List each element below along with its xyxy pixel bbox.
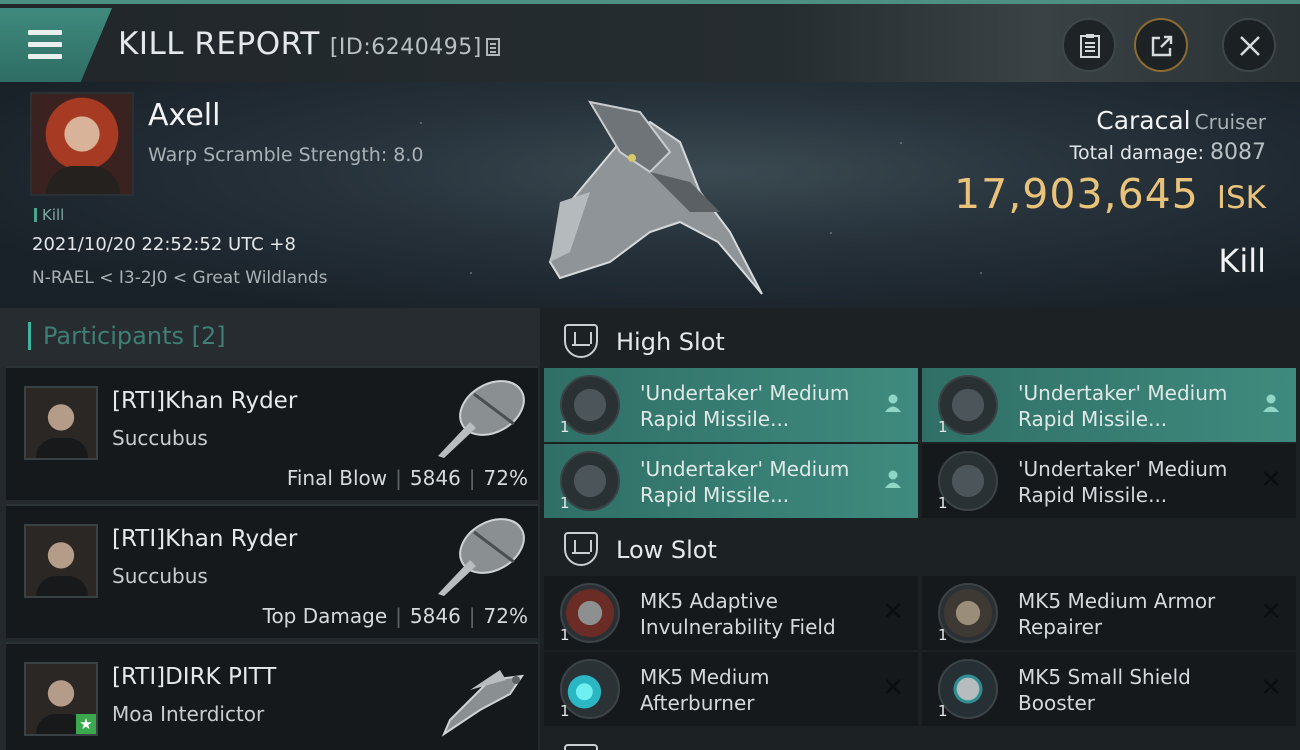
slot-icon bbox=[564, 744, 598, 750]
person-icon bbox=[882, 392, 904, 416]
module-name: 'Undertaker' Medium Rapid Missile... bbox=[640, 457, 850, 507]
module-qty: 1 bbox=[560, 418, 570, 436]
module-name: MK5 Adaptive Invulnerability Field bbox=[640, 589, 836, 639]
module-item[interactable]: 1 'Undertaker' Medium Rapid Missile... ✕ bbox=[922, 444, 1296, 518]
next-slot-header bbox=[544, 732, 1300, 750]
victim-name[interactable]: Axell bbox=[148, 98, 220, 133]
close-button[interactable] bbox=[1222, 18, 1276, 72]
person-icon bbox=[1260, 392, 1282, 416]
module-name: 'Undertaker' Medium Rapid Missile... bbox=[1018, 381, 1228, 431]
module-name: 'Undertaker' Medium Rapid Missile... bbox=[640, 381, 850, 431]
participant-card[interactable]: [RTI]Khan Ryder Succubus Final Blow | 5846… bbox=[6, 366, 538, 500]
total-damage-label: Total damage: bbox=[1069, 142, 1204, 164]
kill-id: [ID:6240495] bbox=[329, 35, 482, 60]
x-icon: ✕ bbox=[1260, 597, 1282, 627]
succubus-ship-icon bbox=[438, 518, 525, 596]
menu-button[interactable] bbox=[0, 8, 112, 82]
moa-ship-icon bbox=[441, 670, 525, 737]
kill-outcome: Kill bbox=[1218, 242, 1266, 280]
star-badge-icon: ★ bbox=[76, 714, 96, 734]
header-bar: KILL REPORT [ID:6240495] bbox=[0, 0, 1300, 82]
total-damage-value: 8087 bbox=[1210, 140, 1266, 165]
module-qty: 1 bbox=[938, 494, 948, 512]
clipboard-icon bbox=[1080, 34, 1100, 58]
participant-name: [RTI]Khan Ryder bbox=[112, 526, 298, 552]
participant-name: [RTI]Khan Ryder bbox=[112, 388, 298, 414]
ship-name: Caracal bbox=[1096, 106, 1191, 135]
x-icon: ✕ bbox=[1260, 465, 1282, 495]
participant-damage: 5846 bbox=[409, 604, 461, 628]
participant-card[interactable]: [RTI]Khan Ryder Succubus Top Damage | 5846… bbox=[6, 504, 538, 638]
participant-stats: Top Damage | 5846 | 72% bbox=[262, 604, 528, 628]
participant-name: [RTI]DIRK PITT bbox=[112, 664, 277, 690]
participant-percent: 72% bbox=[483, 466, 528, 490]
module-name: MK5 Medium Afterburner bbox=[640, 665, 770, 715]
module-item[interactable]: 1 MK5 Medium Afterburner ✕ bbox=[544, 652, 918, 726]
participants-panel: Participants [2] [RTI]Khan Ryder Succubu… bbox=[0, 308, 540, 750]
module-name: 'Undertaker' Medium Rapid Missile... bbox=[1018, 457, 1228, 507]
x-icon: ✕ bbox=[882, 673, 904, 703]
participant-avatar: ★ bbox=[24, 662, 98, 736]
low-slot-title: Low Slot bbox=[616, 536, 717, 564]
high-slot-title: High Slot bbox=[616, 328, 725, 356]
low-slot-icon bbox=[564, 532, 598, 566]
person-icon bbox=[882, 468, 904, 492]
module-item[interactable]: 1 MK5 Adaptive Invulnerability Field ✕ bbox=[544, 576, 918, 650]
victim-portrait[interactable] bbox=[30, 92, 134, 196]
participant-avatar bbox=[24, 386, 98, 460]
participant-ship: Succubus bbox=[112, 564, 208, 588]
module-qty: 1 bbox=[560, 494, 570, 512]
succubus-ship-icon bbox=[438, 380, 525, 458]
victim-banner: Axell Warp Scramble Strength: 8.0 Kill 2… bbox=[0, 82, 1300, 308]
participants-header: Participants [2] bbox=[0, 308, 540, 366]
warp-scramble-strength: Warp Scramble Strength: 8.0 bbox=[148, 144, 424, 166]
x-icon: ✕ bbox=[1260, 673, 1282, 703]
module-qty: 1 bbox=[938, 702, 948, 720]
kill-tag: Kill bbox=[34, 206, 64, 224]
module-qty: 1 bbox=[938, 418, 948, 436]
module-item[interactable]: 1 MK5 Medium Armor Repairer ✕ bbox=[922, 576, 1296, 650]
participant-percent: 72% bbox=[483, 604, 528, 628]
participant-role: Top Damage bbox=[262, 604, 388, 628]
module-qty: 1 bbox=[560, 626, 570, 644]
kill-location: N-RAEL < I3-2J0 < Great Wildlands bbox=[32, 268, 328, 288]
participant-card[interactable]: ★ [RTI]DIRK PITT Moa Interdictor bbox=[6, 642, 538, 750]
module-item[interactable]: 1 MK5 Small Shield Booster ✕ bbox=[922, 652, 1296, 726]
x-icon: ✕ bbox=[882, 597, 904, 627]
participant-ship: Succubus bbox=[112, 426, 208, 450]
report-button[interactable] bbox=[1062, 18, 1116, 72]
total-damage: Total damage: 8087 bbox=[1070, 140, 1266, 165]
page-title: KILL REPORT [ID:6240495] bbox=[118, 26, 500, 62]
module-qty: 1 bbox=[938, 626, 948, 644]
isk-unit: ISK bbox=[1216, 180, 1266, 216]
victim-ship-image bbox=[548, 100, 763, 295]
victim-ship[interactable]: Caracal Cruiser bbox=[1096, 106, 1266, 135]
module-name: MK5 Medium Armor Repairer bbox=[1018, 589, 1216, 639]
module-name: MK5 Small Shield Booster bbox=[1018, 665, 1191, 715]
participants-title: Participants [2] bbox=[28, 322, 226, 350]
module-item[interactable]: 1 'Undertaker' Medium Rapid Missile... bbox=[544, 368, 918, 442]
participant-stats: Final Blow | 5846 | 72% bbox=[286, 466, 528, 490]
low-slot-header: Low Slot bbox=[544, 520, 1300, 578]
close-icon bbox=[1240, 36, 1260, 56]
share-icon bbox=[1151, 35, 1173, 57]
title-text: KILL REPORT bbox=[118, 26, 320, 62]
copy-icon[interactable] bbox=[485, 38, 500, 56]
module-item[interactable]: 1 'Undertaker' Medium Rapid Missile... bbox=[544, 444, 918, 518]
participant-role: Final Blow bbox=[286, 466, 388, 490]
participant-ship: Moa Interdictor bbox=[112, 702, 265, 726]
kill-datetime: 2021/10/20 22:52:52 UTC +8 bbox=[32, 234, 296, 255]
share-button[interactable] bbox=[1134, 18, 1188, 72]
high-slot-header: High Slot bbox=[544, 312, 1300, 370]
module-qty: 1 bbox=[560, 702, 570, 720]
module-item[interactable]: 1 'Undertaker' Medium Rapid Missile... bbox=[922, 368, 1296, 442]
high-slot-icon bbox=[564, 324, 598, 358]
isk-value: 17,903,645 ISK bbox=[954, 170, 1266, 218]
participant-avatar bbox=[24, 524, 98, 598]
fittings-panel: High Slot 1 'Undertaker' Medium Rapid Mis… bbox=[540, 308, 1300, 750]
isk-amount: 17,903,645 bbox=[954, 170, 1199, 218]
participant-damage: 5846 bbox=[409, 466, 461, 490]
ship-class: Cruiser bbox=[1194, 110, 1266, 134]
